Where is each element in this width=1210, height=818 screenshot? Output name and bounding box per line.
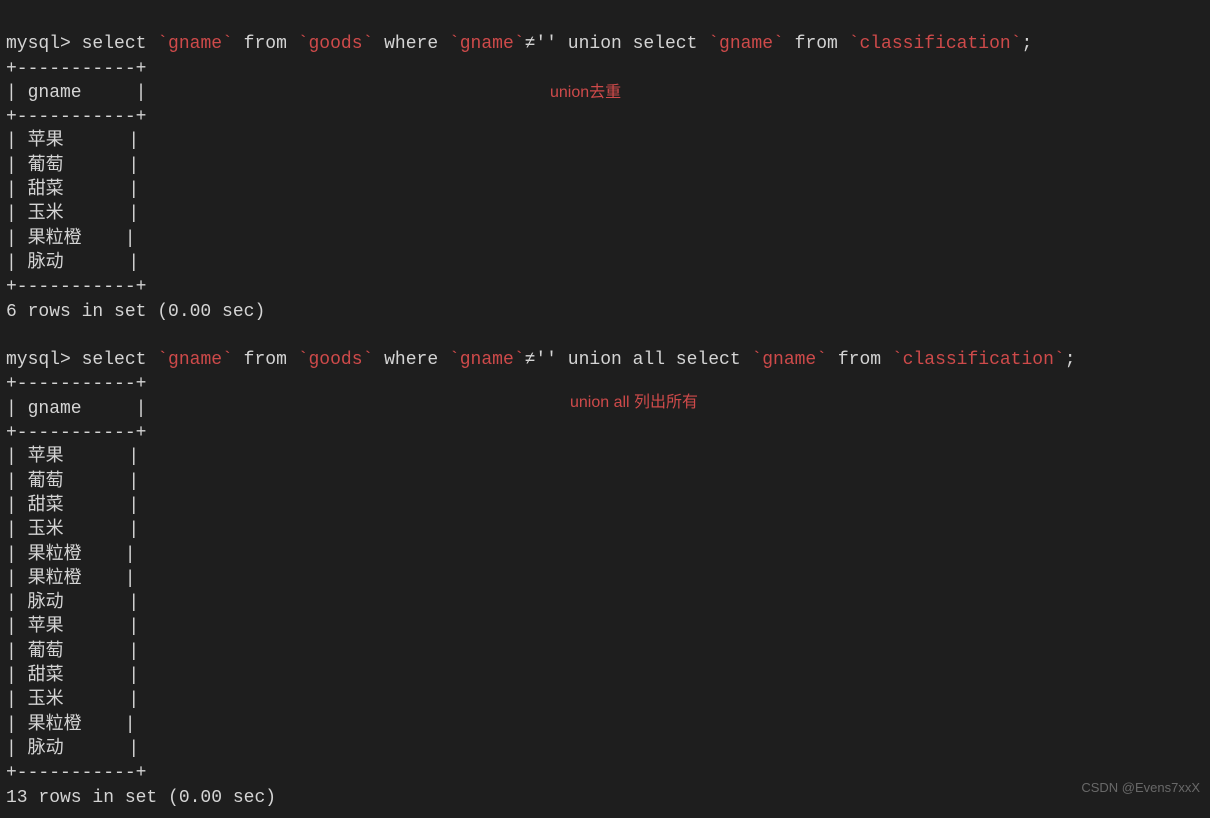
annotation-union-dedup: union去重	[550, 78, 621, 102]
prompt-line-1: mysql> select `gname` from `goods` where…	[6, 34, 1032, 54]
csdn-watermark: CSDN @Evens7xxX	[1081, 780, 1200, 795]
table2-border-top: +-----------+	[6, 374, 146, 394]
table2-border-bot: +-----------+	[6, 763, 146, 783]
annotation-union-all: union all 列出所有	[570, 388, 698, 412]
table1-row: | 苹果 |	[6, 131, 139, 151]
table2-row: | 脉动 |	[6, 593, 139, 613]
table2-row: | 果粒橙 |	[6, 569, 136, 589]
table2-row: | 甜菜 |	[6, 496, 139, 516]
mysql-prompt: mysql>	[6, 350, 71, 370]
table2-row: | 果粒橙 |	[6, 545, 136, 565]
table1-row: | 甜菜 |	[6, 180, 139, 200]
table1-border-bot: +-----------+	[6, 277, 146, 297]
table1-border-top: +-----------+	[6, 59, 146, 79]
table1-row: | 果粒橙 |	[6, 229, 136, 249]
table1-row: | 玉米 |	[6, 204, 139, 224]
table1-row: | 葡萄 |	[6, 156, 139, 176]
table2-footer: 13 rows in set (0.00 sec)	[6, 788, 276, 808]
table2-row: | 玉米 |	[6, 690, 139, 710]
prompt-line-2: mysql> select `gname` from `goods` where…	[6, 350, 1076, 370]
table2-header: | gname |	[6, 399, 146, 419]
table2-row: | 葡萄 |	[6, 642, 139, 662]
table1-header: | gname |	[6, 83, 146, 103]
table1-row: | 脉动 |	[6, 253, 139, 273]
table2-row: | 脉动 |	[6, 739, 139, 759]
table2-row: | 苹果 |	[6, 617, 139, 637]
table2-row: | 甜菜 |	[6, 666, 139, 686]
table2-row: | 玉米 |	[6, 520, 139, 540]
table2-row: | 苹果 |	[6, 447, 139, 467]
table2-row: | 果粒橙 |	[6, 715, 136, 735]
table2-border-mid: +-----------+	[6, 423, 146, 443]
table1-border-mid: +-----------+	[6, 107, 146, 127]
table1-footer: 6 rows in set (0.00 sec)	[6, 302, 265, 322]
mysql-prompt: mysql>	[6, 34, 71, 54]
table2-row: | 葡萄 |	[6, 472, 139, 492]
